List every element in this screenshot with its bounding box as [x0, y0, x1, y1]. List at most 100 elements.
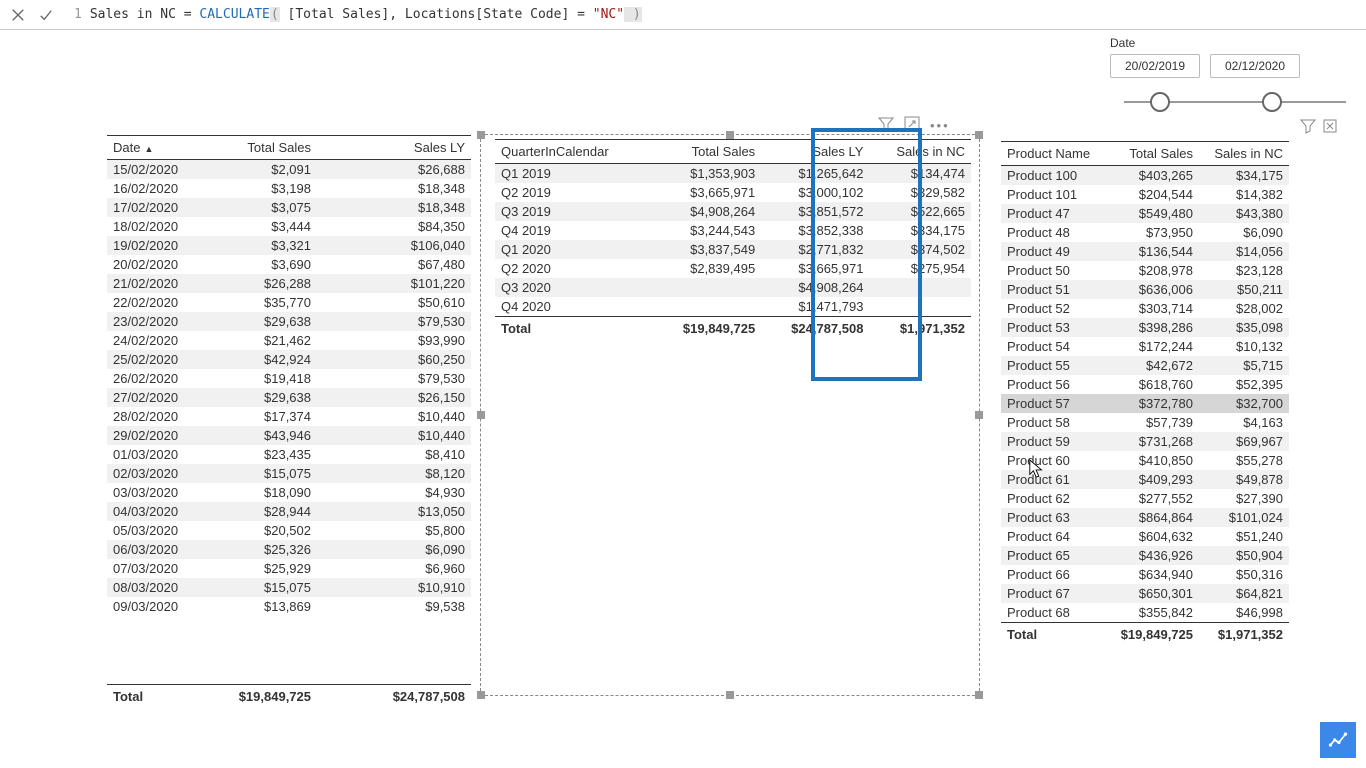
cancel-formula-button[interactable] [6, 3, 30, 27]
col-total-sales[interactable]: Total Sales [1107, 142, 1199, 166]
table-row[interactable]: Product 67$650,301$64,821 [1001, 584, 1289, 603]
table-row[interactable]: 18/02/2020$3,444$84,350 [107, 217, 471, 236]
col-product[interactable]: Product Name [1001, 142, 1107, 166]
table-row[interactable]: Q4 2019$3,244,543$3,852,338$334,175 [495, 221, 971, 240]
table-cell: 02/03/2020 [107, 464, 197, 483]
table-row[interactable]: 25/02/2020$42,924$60,250 [107, 350, 471, 369]
table-cell: $634,940 [1107, 565, 1199, 584]
table-cell: $3,000,102 [761, 183, 869, 202]
commit-formula-button[interactable] [34, 3, 58, 27]
table-cell: 09/03/2020 [107, 597, 197, 616]
formula-input[interactable]: Sales in NC = CALCULATE( [Total Sales], … [90, 7, 1362, 22]
table-row[interactable]: Product 63$864,864$101,024 [1001, 508, 1289, 527]
table-row[interactable]: 20/02/2020$3,690$67,480 [107, 255, 471, 274]
product-table-visual[interactable]: Product Name Total Sales Sales in NC Pro… [1000, 140, 1290, 716]
table-row[interactable]: Product 49$136,544$14,056 [1001, 242, 1289, 261]
table-row[interactable]: 03/03/2020$18,090$4,930 [107, 483, 471, 502]
table-cell: $3,665,971 [642, 183, 762, 202]
table-row[interactable]: 02/03/2020$15,075$8,120 [107, 464, 471, 483]
col-sales-nc[interactable]: Sales in NC [869, 140, 971, 164]
table-cell: Product 64 [1001, 527, 1107, 546]
filter-applied-icon[interactable] [878, 116, 894, 135]
table-row[interactable]: 08/03/2020$15,075$10,910 [107, 578, 471, 597]
table-row[interactable]: 23/02/2020$29,638$79,530 [107, 312, 471, 331]
table-cell: $10,910 [317, 578, 471, 597]
slicer-end-date[interactable]: 02/12/2020 [1210, 54, 1300, 78]
col-sales-nc[interactable]: Sales in NC [1199, 142, 1289, 166]
table-row[interactable]: Product 58$57,739$4,163 [1001, 413, 1289, 432]
table-cell [642, 278, 762, 297]
table-row[interactable]: 04/03/2020$28,944$13,050 [107, 502, 471, 521]
table-row[interactable]: Q1 2019$1,353,903$1,265,642$134,474 [495, 164, 971, 184]
table-row[interactable]: 05/03/2020$20,502$5,800 [107, 521, 471, 540]
resize-handle[interactable] [726, 131, 734, 139]
filter-icon[interactable] [1300, 118, 1316, 137]
table-row[interactable]: Product 64$604,632$51,240 [1001, 527, 1289, 546]
table-row[interactable]: Product 68$355,842$46,998 [1001, 603, 1289, 623]
table-cell: Product 47 [1001, 204, 1107, 223]
col-quarter[interactable]: QuarterInCalendar [495, 140, 642, 164]
table-row[interactable]: 22/02/2020$35,770$50,610 [107, 293, 471, 312]
slider-knob-end[interactable] [1262, 92, 1282, 112]
resize-handle[interactable] [975, 691, 983, 699]
table-row[interactable]: Product 101$204,544$14,382 [1001, 185, 1289, 204]
table-row[interactable]: Product 65$436,926$50,904 [1001, 546, 1289, 565]
table-row[interactable]: 28/02/2020$17,374$10,440 [107, 407, 471, 426]
table-row[interactable]: 26/02/2020$19,418$79,530 [107, 369, 471, 388]
col-total-sales[interactable]: Total Sales [197, 136, 317, 160]
table-row[interactable]: Product 100$403,265$34,175 [1001, 166, 1289, 186]
table-row[interactable]: Product 48$73,950$6,090 [1001, 223, 1289, 242]
table-row[interactable]: Q3 2019$4,908,264$3,851,572$522,665 [495, 202, 971, 221]
table-row[interactable]: Product 59$731,268$69,967 [1001, 432, 1289, 451]
table-row[interactable]: 01/03/2020$23,435$8,410 [107, 445, 471, 464]
table-row[interactable]: 16/02/2020$3,198$18,348 [107, 179, 471, 198]
resize-handle[interactable] [975, 131, 983, 139]
resize-handle[interactable] [726, 691, 734, 699]
table-row[interactable]: 15/02/2020$2,091$26,688 [107, 160, 471, 179]
table-row[interactable]: Product 66$634,940$50,316 [1001, 565, 1289, 584]
table-row[interactable]: Q4 2020$1,471,793 [495, 297, 971, 317]
table-row[interactable]: Product 56$618,760$52,395 [1001, 375, 1289, 394]
focus-mode-icon[interactable] [904, 116, 920, 135]
table-row[interactable]: Q2 2020$2,839,495$3,665,971$275,954 [495, 259, 971, 278]
table-row[interactable]: Q1 2020$3,837,549$2,771,832$374,502 [495, 240, 971, 259]
resize-handle[interactable] [975, 411, 983, 419]
slicer-start-date[interactable]: 20/02/2019 [1110, 54, 1200, 78]
col-date[interactable]: Date▲ [107, 136, 197, 160]
table-row[interactable]: Product 47$549,480$43,380 [1001, 204, 1289, 223]
table-row[interactable]: Product 53$398,286$35,098 [1001, 318, 1289, 337]
col-total-sales[interactable]: Total Sales [642, 140, 762, 164]
table-row[interactable]: Product 57$372,780$32,700 [1001, 394, 1289, 413]
table-row[interactable]: 17/02/2020$3,075$18,348 [107, 198, 471, 217]
table-row[interactable]: Product 62$277,552$27,390 [1001, 489, 1289, 508]
date-table-visual[interactable]: Date▲ Total Sales Sales LY 15/02/2020$2,… [106, 134, 472, 710]
table-row[interactable]: 24/02/2020$21,462$93,990 [107, 331, 471, 350]
col-sales-ly[interactable]: Sales LY [761, 140, 869, 164]
slider-knob-start[interactable] [1150, 92, 1170, 112]
table-row[interactable]: 27/02/2020$29,638$26,150 [107, 388, 471, 407]
table-row[interactable]: 06/03/2020$25,326$6,090 [107, 540, 471, 559]
table-row[interactable]: Product 52$303,714$28,002 [1001, 299, 1289, 318]
date-table-scroll[interactable]: 15/02/2020$2,091$26,68816/02/2020$3,198$… [107, 160, 471, 684]
table-row[interactable]: 09/03/2020$13,869$9,538 [107, 597, 471, 616]
resize-handle[interactable] [477, 131, 485, 139]
table-row[interactable]: Q3 2020$4,908,264 [495, 278, 971, 297]
table-row[interactable]: 29/02/2020$43,946$10,440 [107, 426, 471, 445]
table-row[interactable]: Product 50$208,978$23,128 [1001, 261, 1289, 280]
table-row[interactable]: 21/02/2020$26,288$101,220 [107, 274, 471, 293]
table-row[interactable]: Product 55$42,672$5,715 [1001, 356, 1289, 375]
table-cell: $374,502 [869, 240, 971, 259]
table-cell: $2,771,832 [761, 240, 869, 259]
col-sales-ly[interactable]: Sales LY [317, 136, 471, 160]
clear-slicer-icon[interactable] [1322, 118, 1338, 137]
table-row[interactable]: Q2 2019$3,665,971$3,000,102$329,582 [495, 183, 971, 202]
resize-handle[interactable] [477, 691, 485, 699]
table-row[interactable]: Product 51$636,006$50,211 [1001, 280, 1289, 299]
table-row[interactable]: 07/03/2020$25,929$6,960 [107, 559, 471, 578]
more-options-icon[interactable]: ••• [930, 118, 950, 133]
slicer-slider[interactable] [1114, 90, 1356, 114]
table-row[interactable]: 19/02/2020$3,321$106,040 [107, 236, 471, 255]
resize-handle[interactable] [477, 411, 485, 419]
table-row[interactable]: Product 54$172,244$10,132 [1001, 337, 1289, 356]
quarter-table-visual[interactable]: QuarterInCalendar Total Sales Sales LY S… [480, 134, 980, 696]
